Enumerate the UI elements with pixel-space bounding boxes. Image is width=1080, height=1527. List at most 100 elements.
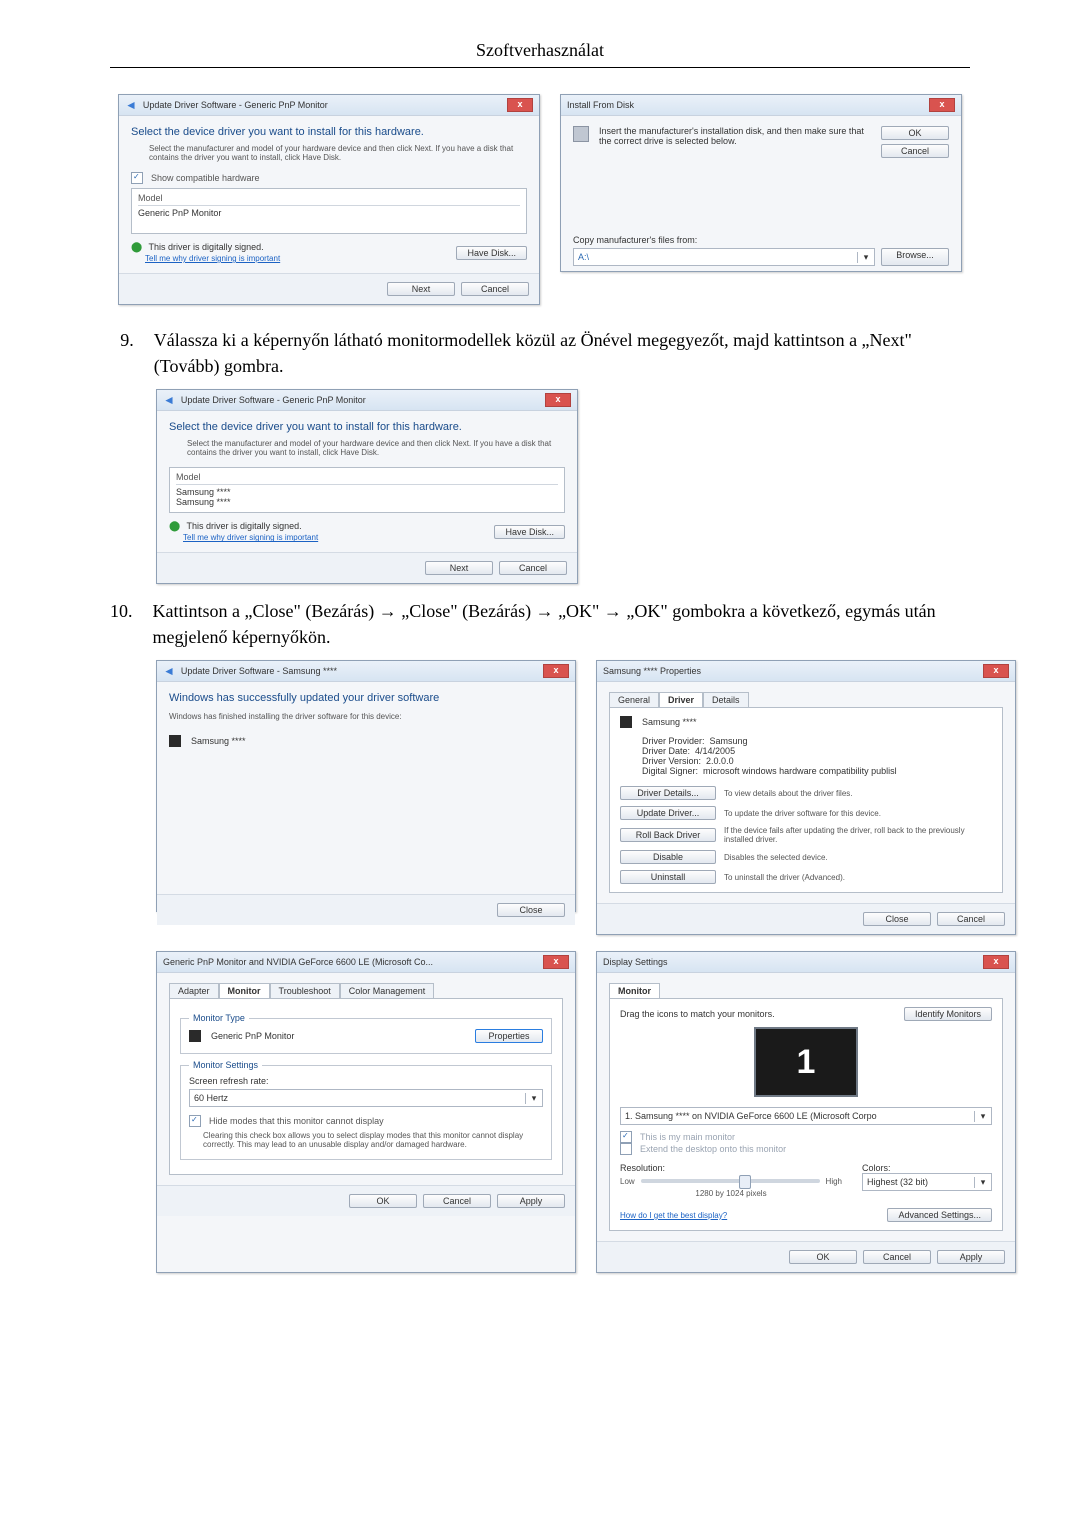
- tab-color-management[interactable]: Color Management: [340, 983, 435, 998]
- tab-troubleshoot[interactable]: Troubleshoot: [270, 983, 340, 998]
- disable-button[interactable]: Disable: [620, 850, 716, 864]
- cancel-button[interactable]: Cancel: [461, 282, 529, 296]
- low-label: Low: [620, 1177, 635, 1186]
- close-icon[interactable]: x: [983, 955, 1009, 969]
- identify-monitors-button[interactable]: Identify Monitors: [904, 1007, 992, 1021]
- tab-adapter[interactable]: Adapter: [169, 983, 219, 998]
- close-icon[interactable]: x: [929, 98, 955, 112]
- path-combobox[interactable]: A:\ ▾: [573, 248, 875, 266]
- driver-details-button[interactable]: Driver Details...: [620, 786, 716, 800]
- cancel-button[interactable]: Cancel: [863, 1250, 931, 1264]
- cancel-button[interactable]: Cancel: [499, 561, 567, 575]
- provider-value: Samsung: [710, 736, 748, 746]
- close-icon[interactable]: x: [543, 664, 569, 678]
- dialog-title: Update Driver Software - Generic PnP Mon…: [143, 100, 328, 110]
- provider-label: Driver Provider:: [642, 736, 705, 746]
- driver-details-desc: To view details about the driver files.: [724, 789, 992, 798]
- copy-from-label: Copy manufacturer's files from:: [573, 235, 949, 245]
- signing-link[interactable]: Tell me why driver signing is important: [145, 254, 280, 263]
- sub-message: Windows has finished installing the driv…: [169, 712, 563, 721]
- page-header: Szoftverhasználat: [110, 40, 970, 68]
- rollback-button[interactable]: Roll Back Driver: [620, 828, 716, 842]
- update-driver-button[interactable]: Update Driver...: [620, 806, 716, 820]
- properties-button[interactable]: Properties: [475, 1029, 543, 1043]
- close-icon[interactable]: x: [983, 664, 1009, 678]
- date-label: Driver Date:: [642, 746, 690, 756]
- resolution-slider[interactable]: [641, 1179, 820, 1183]
- date-value: 4/14/2005: [695, 746, 735, 756]
- update-driver-dialog-2: ◄ Update Driver Software - Generic PnP M…: [156, 389, 578, 584]
- signing-link[interactable]: Tell me why driver signing is important: [183, 533, 318, 542]
- high-label: High: [826, 1177, 842, 1186]
- browse-button[interactable]: Browse...: [881, 248, 949, 266]
- main-monitor-checkbox[interactable]: This is my main monitor: [620, 1131, 992, 1143]
- back-icon[interactable]: ◄: [125, 98, 137, 112]
- advanced-settings-button[interactable]: Advanced Settings...: [887, 1208, 992, 1222]
- drag-instruction: Drag the icons to match your monitors.: [620, 1009, 775, 1019]
- uninstall-button[interactable]: Uninstall: [620, 870, 716, 884]
- ok-button[interactable]: OK: [881, 126, 949, 140]
- update-driver-dialog-1: ◄ Update Driver Software - Generic PnP M…: [118, 94, 540, 305]
- extend-desktop-checkbox[interactable]: Extend the desktop onto this monitor: [620, 1143, 992, 1155]
- monitor-icon: [169, 735, 181, 747]
- next-button[interactable]: Next: [387, 282, 455, 296]
- close-button[interactable]: Close: [863, 912, 931, 926]
- tab-driver[interactable]: Driver: [659, 692, 703, 707]
- refresh-combobox[interactable]: 60 Hertz ▾: [189, 1089, 543, 1107]
- have-disk-button[interactable]: Have Disk...: [494, 525, 565, 539]
- instruction-text: Select the device driver you want to ins…: [169, 421, 565, 433]
- close-icon[interactable]: x: [507, 98, 533, 112]
- step-text: Válassza ki a képernyőn látható monitorm…: [154, 327, 970, 379]
- next-button[interactable]: Next: [425, 561, 493, 575]
- uninstall-desc: To uninstall the driver (Advanced).: [724, 873, 992, 882]
- monitor-icon: [620, 716, 632, 728]
- update-driver-desc: To update the driver software for this d…: [724, 809, 992, 818]
- signer-label: Digital Signer:: [642, 766, 698, 776]
- samsung-properties-dialog: Samsung **** Properties x General Driver…: [596, 660, 1016, 935]
- show-compatible-checkbox[interactable]: Show compatible hardware: [131, 172, 527, 184]
- monitor-type-legend: Monitor Type: [189, 1013, 249, 1023]
- best-display-link[interactable]: How do I get the best display?: [620, 1211, 727, 1220]
- tab-monitor[interactable]: Monitor: [219, 983, 270, 998]
- display-combobox[interactable]: 1. Samsung **** on NVIDIA GeForce 6600 L…: [620, 1107, 992, 1125]
- close-icon[interactable]: x: [545, 393, 571, 407]
- rollback-desc: If the device fails after updating the d…: [724, 826, 992, 844]
- apply-button[interactable]: Apply: [497, 1194, 565, 1208]
- dialog-title: Samsung **** Properties: [603, 666, 701, 676]
- refresh-label: Screen refresh rate:: [189, 1076, 543, 1086]
- close-button[interactable]: Close: [497, 903, 565, 917]
- disable-desc: Disables the selected device.: [724, 853, 992, 862]
- display-settings-dialog: Display Settings x Monitor Drag the icon…: [596, 951, 1016, 1273]
- hint-text: Select the manufacturer and model of you…: [149, 144, 527, 162]
- tab-details[interactable]: Details: [703, 692, 749, 707]
- hide-modes-checkbox[interactable]: Hide modes that this monitor cannot disp…: [189, 1115, 543, 1127]
- install-from-disk-dialog: Install From Disk x Insert the manufactu…: [560, 94, 962, 272]
- tab-general[interactable]: General: [609, 692, 659, 707]
- ok-button[interactable]: OK: [789, 1250, 857, 1264]
- apply-button[interactable]: Apply: [937, 1250, 1005, 1264]
- ok-button[interactable]: OK: [349, 1194, 417, 1208]
- pnp-monitor-properties-dialog: Generic PnP Monitor and NVIDIA GeForce 6…: [156, 951, 576, 1273]
- monitor-thumbnail[interactable]: 1: [754, 1027, 858, 1097]
- signed-text: This driver is digitally signed.: [149, 242, 264, 252]
- cancel-button[interactable]: Cancel: [423, 1194, 491, 1208]
- monitor-type-value: Generic PnP Monitor: [211, 1031, 294, 1041]
- model-list[interactable]: Model Samsung **** Samsung ****: [169, 467, 565, 513]
- dialog-title: Display Settings: [603, 957, 668, 967]
- hint-text: Select the manufacturer and model of you…: [187, 439, 565, 457]
- have-disk-button[interactable]: Have Disk...: [456, 246, 527, 260]
- signed-text: This driver is digitally signed.: [187, 521, 302, 531]
- colors-combobox[interactable]: Highest (32 bit) ▾: [862, 1173, 992, 1191]
- close-icon[interactable]: x: [543, 955, 569, 969]
- cancel-button[interactable]: Cancel: [881, 144, 949, 158]
- resolution-value: 1280 by 1024 pixels: [620, 1189, 842, 1198]
- model-list[interactable]: Model Generic PnP Monitor: [131, 188, 527, 234]
- floppy-icon: [573, 126, 589, 142]
- device-name: Samsung ****: [191, 736, 246, 746]
- tab-monitor[interactable]: Monitor: [609, 983, 660, 998]
- cancel-button[interactable]: Cancel: [937, 912, 1005, 926]
- step-number: 9.: [110, 327, 134, 379]
- back-icon[interactable]: ◄: [163, 664, 175, 678]
- back-icon[interactable]: ◄: [163, 393, 175, 407]
- colcolors-label: Colors:: [862, 1163, 992, 1173]
